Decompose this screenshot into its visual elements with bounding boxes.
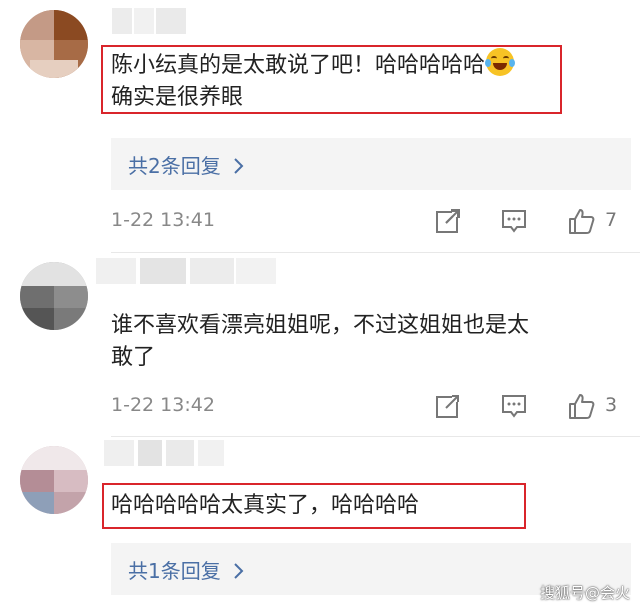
avatar[interactable] (20, 446, 88, 514)
thumbs-up-icon[interactable] (567, 207, 595, 235)
comment-icon[interactable] (500, 392, 528, 420)
share-icon[interactable] (434, 392, 462, 420)
comment-meta: 1-22 13:41 7 (111, 207, 640, 237)
share-icon[interactable] (434, 207, 462, 235)
username-blurred[interactable] (96, 258, 276, 284)
timestamp: 1-22 13:42 (111, 394, 215, 416)
comment-line: 谁不喜欢看漂亮姐姐呢，不过这姐姐也是太 (111, 313, 530, 338)
laughing-tears-emoji-icon (485, 48, 516, 76)
divider (111, 252, 640, 253)
like-count: 3 (605, 394, 618, 416)
chevron-right-icon (234, 563, 244, 579)
chevron-right-icon (234, 158, 244, 174)
replies-link[interactable]: 共1条回复 (128, 555, 245, 584)
avatar[interactable] (20, 10, 88, 78)
comment-text: 陈小纭真的是太敢说了吧！哈哈哈哈哈 确实是很养眼 (111, 48, 631, 114)
comment-meta: 1-22 13:42 3 (111, 392, 640, 422)
timestamp: 1-22 13:41 (111, 209, 215, 231)
screen: { "comments": [ { "lines": ["陈小纭真的是太敢说了吧… (0, 0, 640, 611)
replies-link[interactable]: 共2条回复 (128, 150, 245, 179)
comment-line: 陈小纭真的是太敢说了吧！哈哈哈哈哈 (111, 53, 486, 78)
comment-line: 敢了 (111, 345, 156, 370)
divider (111, 436, 640, 437)
comment-line: 确实是很养眼 (111, 85, 244, 110)
thumbs-up-icon[interactable] (567, 392, 595, 420)
watermark: 搜狐号@会火 (539, 584, 630, 602)
username-blurred[interactable] (112, 8, 212, 34)
comment-text: 谁不喜欢看漂亮姐姐呢，不过这姐姐也是太 敢了 (111, 310, 631, 374)
like-count: 7 (605, 209, 618, 231)
username-blurred[interactable] (104, 440, 224, 466)
avatar[interactable] (20, 262, 88, 330)
replies-box[interactable]: 共2条回复 (111, 138, 631, 190)
comment-line: 哈哈哈哈哈太真实了，哈哈哈哈 (111, 493, 420, 518)
comment-icon[interactable] (500, 207, 528, 235)
comment-text: 哈哈哈哈哈太真实了，哈哈哈哈 (111, 490, 631, 522)
